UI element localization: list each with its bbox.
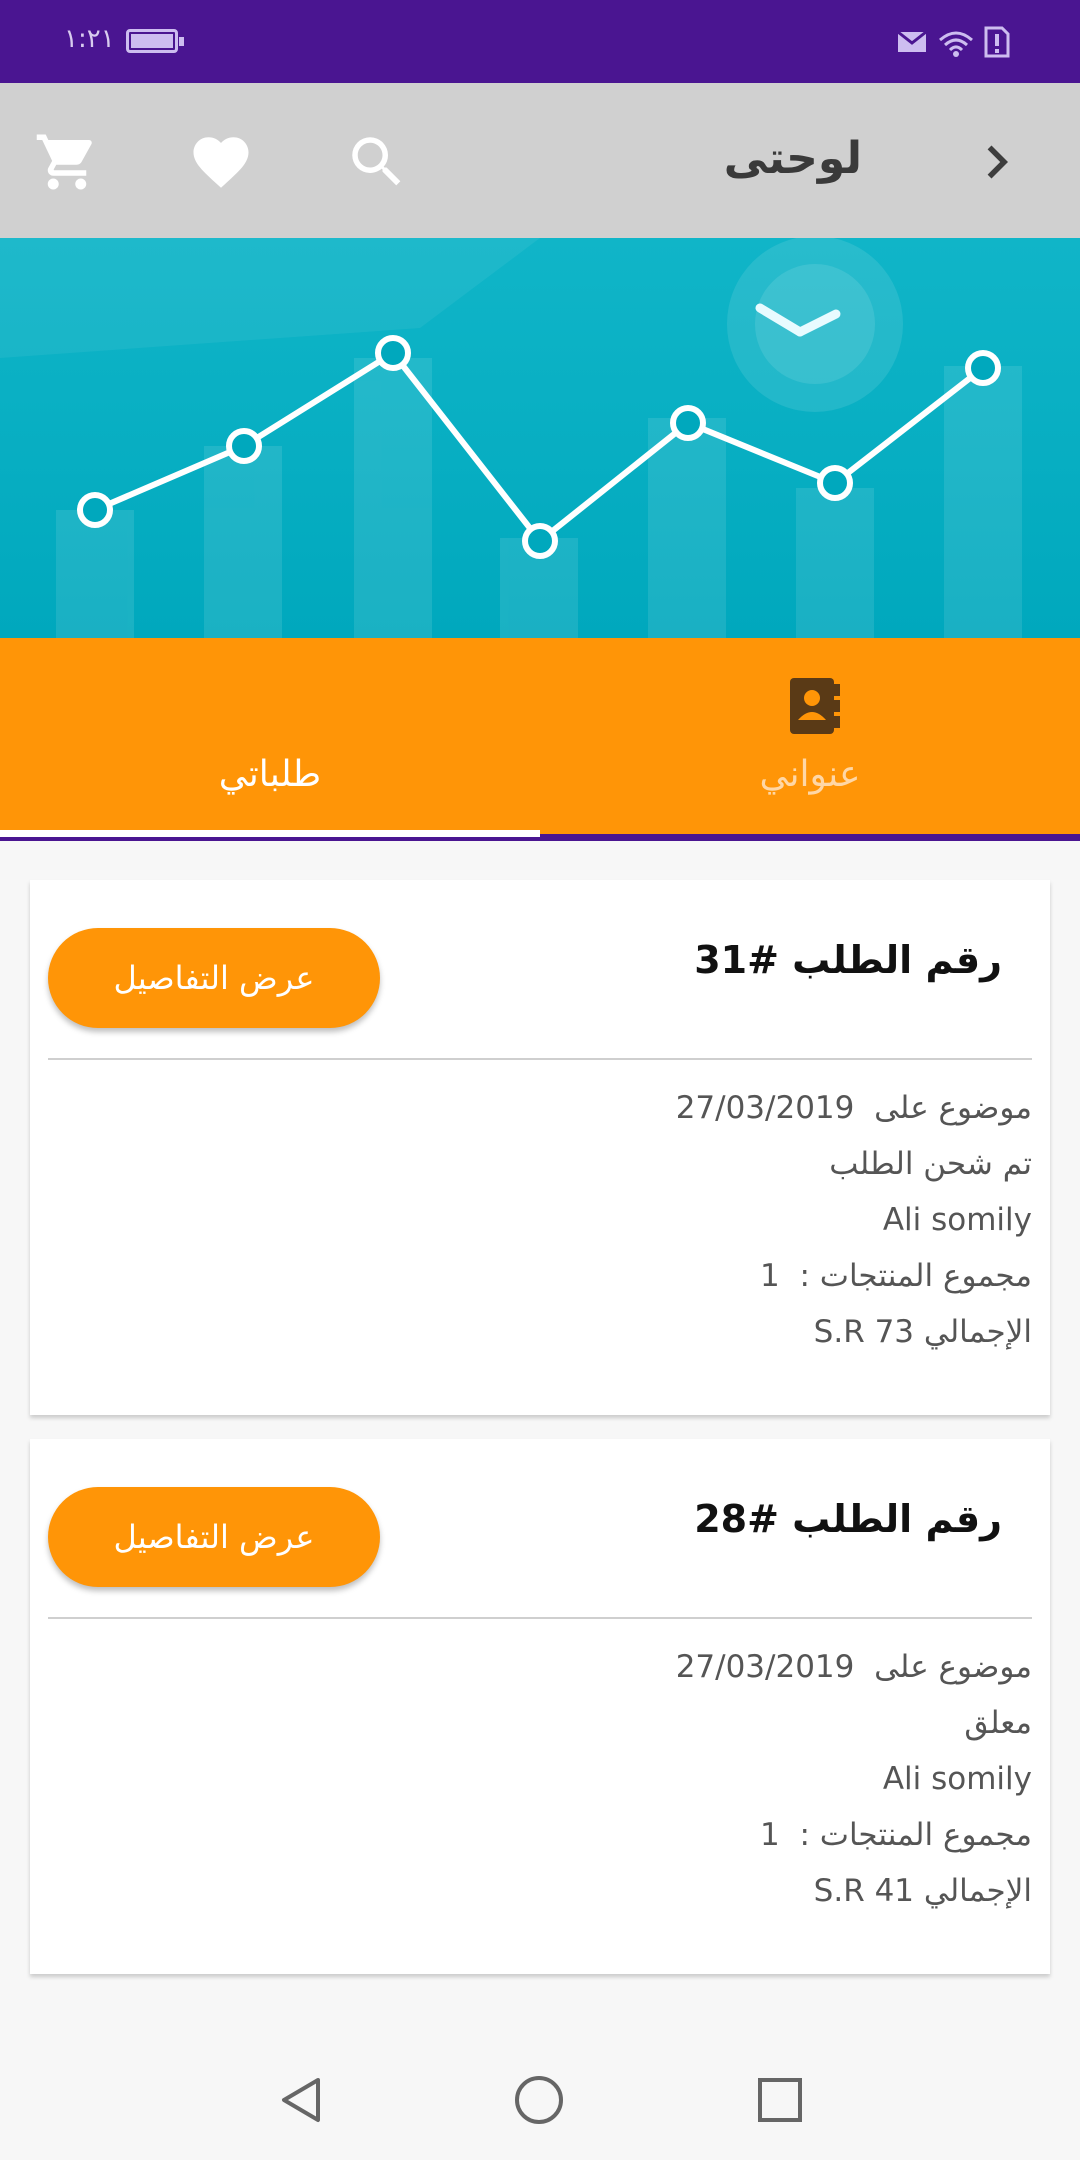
- order-total-line: الإجمالي S.R 41: [814, 1873, 1032, 1909]
- card-divider: [48, 1058, 1032, 1060]
- order-date-label: موضوع على: [874, 1090, 1032, 1126]
- order-card: رقم الطلب #28 عرض التفاصيل موضوع على 27/…: [30, 1439, 1050, 1974]
- order-date: 27/03/2019: [675, 1649, 855, 1685]
- order-total: S.R 41: [813, 1873, 915, 1909]
- tab-my-address[interactable]: عنواني: [540, 638, 1080, 838]
- order-status: معلق: [964, 1705, 1032, 1741]
- order-customer: Ali somily: [882, 1761, 1032, 1797]
- view-details-button[interactable]: عرض التفاصيل: [48, 1487, 380, 1587]
- address-book-icon: [790, 678, 840, 734]
- order-date: 27/03/2019: [675, 1090, 855, 1126]
- order-status: تم شحن الطلب: [829, 1146, 1032, 1182]
- active-tab-indicator: [0, 830, 540, 837]
- wifi-icon: [939, 31, 973, 57]
- order-date-line: موضوع على 27/03/2019: [676, 1090, 1032, 1126]
- item-count-label: مجموع المنتجات :: [799, 1817, 1032, 1853]
- status-time: ١:٢١: [64, 24, 115, 54]
- order-total-line: الإجمالي S.R 73: [814, 1314, 1032, 1350]
- item-count: 1: [760, 1817, 780, 1853]
- nav-home-icon[interactable]: [511, 2072, 567, 2128]
- cart-icon[interactable]: [34, 129, 100, 195]
- item-count-label: مجموع المنتجات :: [799, 1258, 1032, 1294]
- order-date-label: موضوع على: [874, 1649, 1032, 1685]
- view-details-button[interactable]: عرض التفاصيل: [48, 928, 380, 1028]
- order-item-count-line: مجموع المنتجات : 1: [760, 1817, 1032, 1853]
- dashboard-banner: [0, 238, 1080, 638]
- order-number: رقم الطلب #28: [694, 1497, 1002, 1541]
- nav-recents-icon[interactable]: [752, 2072, 808, 2128]
- mail-icon: [897, 30, 927, 52]
- tab-my-orders[interactable]: طلباتي: [0, 638, 540, 838]
- order-card: رقم الطلب #31 عرض التفاصيل موضوع على 27/…: [30, 880, 1050, 1415]
- system-nav-bar: [0, 2040, 1080, 2160]
- order-customer: Ali somily: [882, 1202, 1032, 1238]
- order-total: S.R 73: [813, 1314, 915, 1350]
- total-label: الإجمالي: [923, 1873, 1032, 1909]
- status-bar: ١:٢١: [0, 0, 1080, 83]
- card-divider: [48, 1617, 1032, 1619]
- order-item-count-line: مجموع المنتجات : 1: [760, 1258, 1032, 1294]
- order-number: رقم الطلب #31: [694, 938, 1002, 982]
- total-label: الإجمالي: [923, 1314, 1032, 1350]
- banner-chart-illustration: [0, 238, 1022, 638]
- app-toolbar: لوحتى: [0, 83, 1080, 238]
- order-date-line: موضوع على 27/03/2019: [676, 1649, 1032, 1685]
- item-count: 1: [760, 1258, 780, 1294]
- page-title: لوحتى: [723, 133, 862, 184]
- tab-bar: طلباتي عنواني: [0, 638, 1080, 838]
- nav-back-icon[interactable]: [272, 2072, 328, 2128]
- heart-icon[interactable]: [188, 129, 254, 195]
- battery-icon: [126, 29, 184, 53]
- back-arrow-icon[interactable]: [964, 129, 1030, 195]
- search-icon[interactable]: [344, 129, 410, 195]
- sim-alert-icon: [984, 26, 1010, 58]
- tab-my-address-label: عنواني: [759, 754, 861, 795]
- tab-my-orders-label: طلباتي: [218, 754, 322, 795]
